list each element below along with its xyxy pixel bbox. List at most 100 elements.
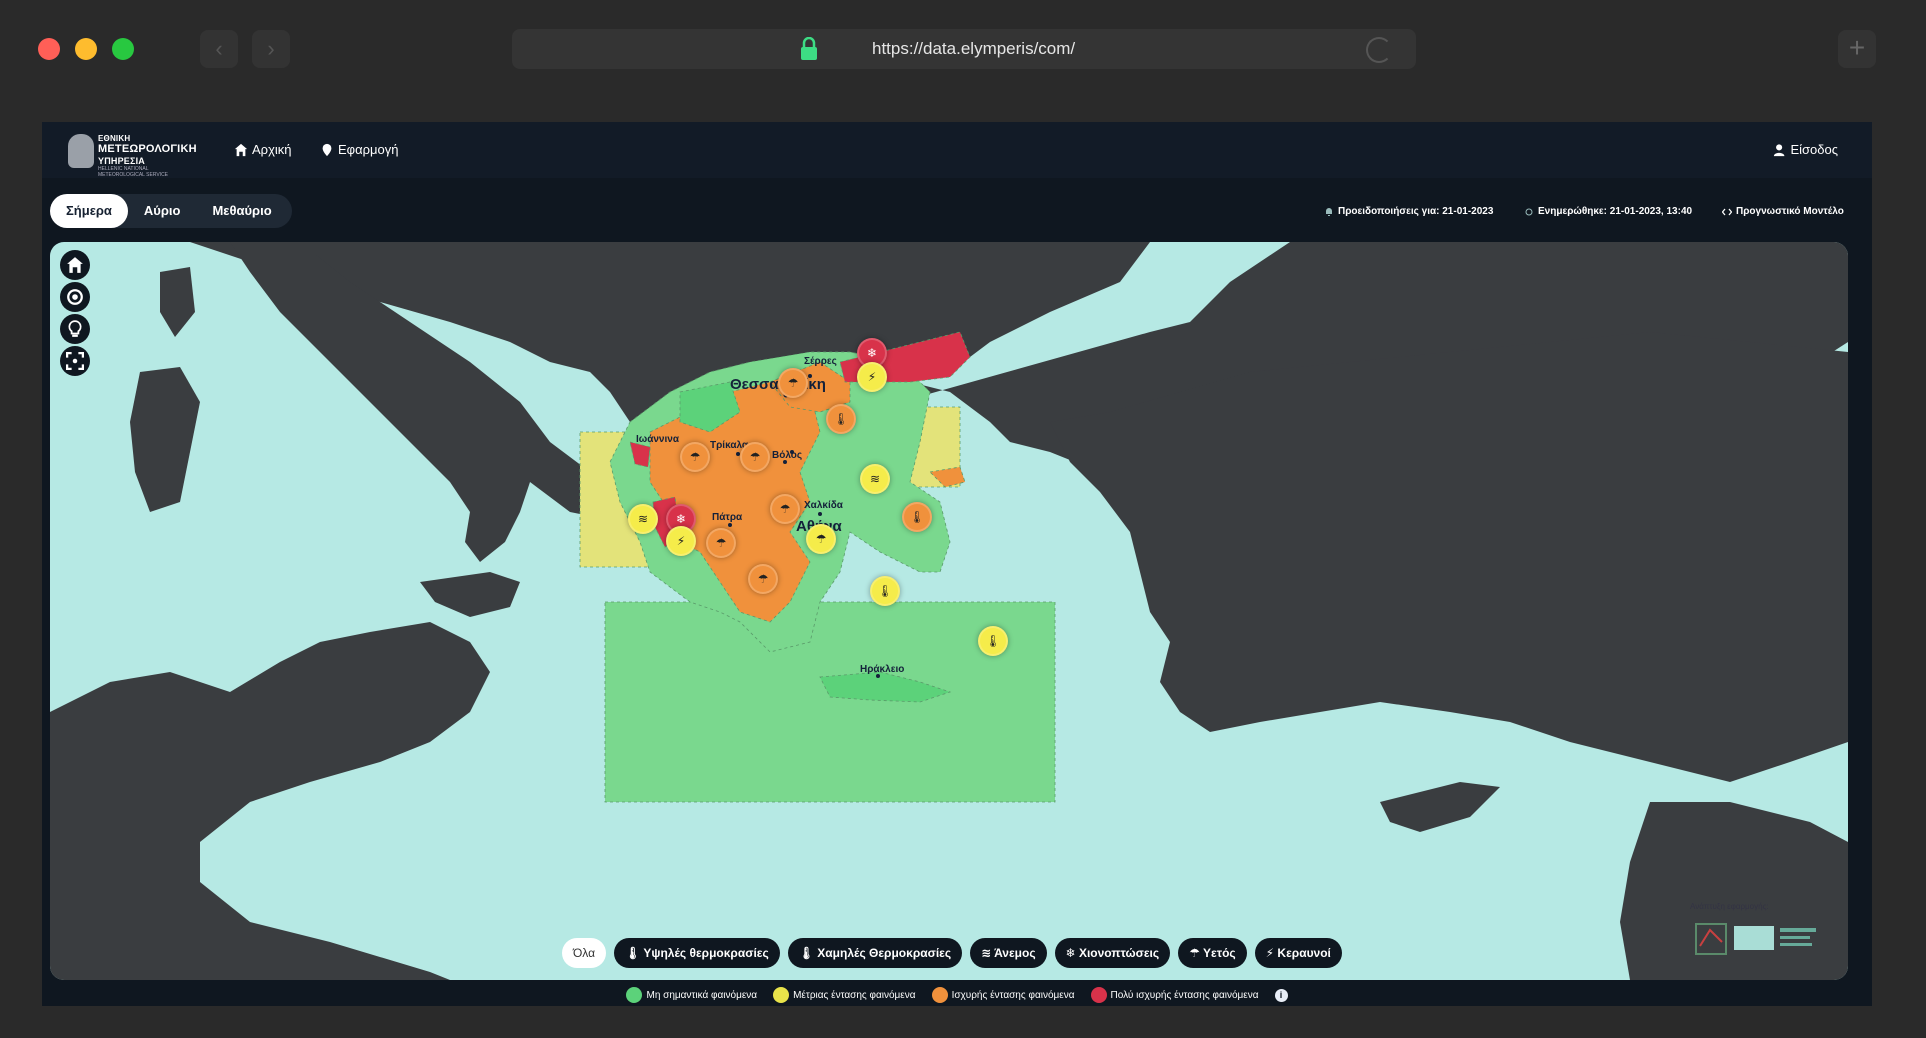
legend-label: Πολύ ισχυρής έντασης φαινόμενα: [1110, 989, 1259, 1001]
wind-warning-marker[interactable]: ≋: [860, 464, 890, 494]
temperature-warning-marker[interactable]: 🌡: [826, 404, 856, 434]
temperature-warning-marker[interactable]: 🌡: [902, 502, 932, 532]
warnings-date-text: Προειδοποιήσεις για: 21-01-2023: [1338, 206, 1494, 217]
filter-all[interactable]: Όλα: [562, 938, 607, 968]
tab-tomorrow[interactable]: Αύριο: [128, 194, 197, 228]
rain-warning-marker[interactable]: ☂: [806, 524, 836, 554]
land-cyprus: [1380, 782, 1500, 832]
url-text: https://data.elymperis/com/: [872, 39, 1076, 58]
logo-line3: ΥΠΗΡΕΣΙΑ: [98, 156, 146, 166]
city-ioannina: Ιωάννινα: [636, 434, 679, 445]
maximize-window-button[interactable]: [112, 38, 134, 60]
filter-snow[interactable]: ❄ Χιονοπτώσεις: [1054, 938, 1171, 968]
warnings-date: Προειδοποιήσεις για: 21-01-2023: [1324, 206, 1493, 217]
forecast-model-label: Προγνωστικό Μοντέλο: [1736, 206, 1844, 217]
map-base: [50, 242, 1848, 980]
filter-snow-label: Χιονοπτώσεις: [1078, 946, 1160, 960]
rain-warning-marker[interactable]: ☂: [778, 368, 808, 398]
code-icon: [1722, 208, 1732, 215]
address-bar[interactable]: https://data.elymperis/com/: [512, 29, 1416, 69]
map-locate-button[interactable]: [60, 282, 90, 312]
minimize-window-button[interactable]: [75, 38, 97, 60]
filter-rain-label: Υετός: [1203, 946, 1236, 960]
login-label: Είσοδος: [1790, 142, 1838, 157]
updated-time: Ενημερώθηκε: 21-01-2023, 13:40: [1524, 206, 1692, 217]
city-volos: Βόλος: [772, 450, 803, 461]
rain-warning-marker[interactable]: ☂: [740, 442, 770, 472]
legend-info-icon[interactable]: i: [1274, 988, 1288, 1002]
legend-label: Μη σημαντικά φαινόμενα: [646, 989, 758, 1001]
legend-item-moderate: Μέτριας έντασης φαινόμενα: [773, 987, 916, 1003]
map-home-button[interactable]: [60, 250, 90, 280]
close-window-button[interactable]: [38, 38, 60, 60]
map-fullscreen-button[interactable]: [60, 346, 90, 376]
wind-warning-marker[interactable]: ≋: [628, 504, 658, 534]
rain-warning-marker[interactable]: ☂: [770, 494, 800, 524]
home-icon: [234, 143, 248, 156]
home-icon: [67, 257, 83, 273]
filter-rain[interactable]: ☂ Υετός: [1178, 938, 1247, 968]
rain-warning-marker[interactable]: ☂: [748, 564, 778, 594]
temperature-warning-marker[interactable]: 🌡: [978, 626, 1008, 656]
app-window: ΕΘΝΙΚΗ ΜΕΤΕΩΡΟΛΟΓΙΚΗ ΥΠΗΡΕΣΙΑ HELLENIC N…: [42, 122, 1872, 1006]
nav-home-label: Αρχική: [252, 142, 292, 157]
filter-bar: Όλα 🌡 Υψηλές θερμοκρασίες 🌡 Χαμηλές Θερμ…: [562, 938, 1342, 968]
rain-warning-marker[interactable]: ☂: [680, 442, 710, 472]
legend-item-strong: Ισχυρής έντασης φαινόμενα: [931, 987, 1075, 1003]
rain-warning-marker[interactable]: ☂: [706, 528, 736, 558]
logo-line2: ΜΕΤΕΩΡΟΛΟΓΙΚΗ: [98, 143, 197, 155]
nav-home[interactable]: Αρχική: [234, 142, 292, 157]
land-corsica: [160, 267, 195, 337]
severity-legend: Μη σημαντικά φαινόμενα Μέτριας έντασης φ…: [42, 984, 1872, 1006]
map-hint-button[interactable]: [60, 314, 90, 344]
credit-label: Ανάπτυξη εφαρμογής:: [1690, 902, 1769, 911]
logo-bust-icon: [68, 134, 94, 168]
filter-lightning[interactable]: ⚡ Κεραυνοί: [1254, 938, 1342, 968]
legend-swatch: [1090, 987, 1107, 1003]
tab-today[interactable]: Σήμερα: [50, 194, 128, 228]
top-navbar: ΕΘΝΙΚΗ ΜΕΤΕΩΡΟΛΟΓΙΚΗ ΥΠΗΡΕΣΙΑ HELLENIC N…: [42, 122, 1872, 178]
updated-time-text: Ενημερώθηκε: 21-01-2023, 13:40: [1538, 206, 1693, 217]
forecast-model-link[interactable]: Προγνωστικό Μοντέλο: [1722, 206, 1844, 217]
logo[interactable]: ΕΘΝΙΚΗ ΜΕΤΕΩΡΟΛΟΓΙΚΗ ΥΠΗΡΕΣΙΑ HELLENIC N…: [68, 132, 197, 178]
bulb-icon: [68, 320, 82, 337]
warnings-map[interactable]: Σέρρες Θεσσαλονίκη Ιωάννινα Τρίκαλα Βόλο…: [50, 242, 1848, 980]
temperature-warning-marker[interactable]: 🌡: [870, 576, 900, 606]
logo-line1: ΕΘΝΙΚΗ: [98, 134, 131, 143]
land-north-africa: [50, 622, 490, 980]
city-chalkida: Χαλκίδα: [804, 500, 843, 511]
lightning-warning-marker[interactable]: ⚡: [666, 526, 696, 556]
nav-app[interactable]: Εφαρμογή: [320, 142, 398, 157]
reload-icon[interactable]: [1366, 37, 1392, 63]
land-sardinia: [130, 367, 200, 512]
nav-app-label: Εφαρμογή: [338, 142, 399, 157]
bell-icon: [1326, 207, 1332, 216]
legend-swatch: [626, 987, 643, 1003]
forward-button[interactable]: ›: [252, 30, 290, 68]
browser-chrome: ‹ › https://data.elymperis/com/ +: [0, 0, 1926, 100]
locate-icon: [67, 289, 83, 305]
back-button[interactable]: ‹: [200, 30, 238, 68]
new-tab-button[interactable]: +: [1838, 30, 1876, 68]
legend-swatch: [773, 987, 790, 1003]
tab-day-after[interactable]: Μεθαύριο: [196, 194, 287, 228]
developer-logo-icon: [1695, 923, 1816, 955]
fullscreen-icon: [66, 352, 84, 370]
filter-high-temp[interactable]: 🌡 Υψηλές θερμοκρασίες: [614, 938, 780, 968]
filter-low-temp-label: Χαμηλές Θερμοκρασίες: [817, 946, 952, 960]
lock-icon: [801, 37, 817, 60]
filter-low-temp[interactable]: 🌡 Χαμηλές Θερμοκρασίες: [787, 938, 963, 968]
filter-high-temp-label: Υψηλές θερμοκρασίες: [643, 946, 769, 960]
logo-line4: HELLENIC NATIONAL METEOROLOGICAL SERVICE: [98, 166, 169, 178]
city-patra: Πάτρα: [712, 512, 743, 523]
filter-wind-label: Άνεμος: [994, 946, 1036, 960]
refresh-icon: [1525, 208, 1533, 215]
lightning-warning-marker[interactable]: ⚡: [857, 362, 887, 392]
city-serres: Σέρρες: [804, 356, 837, 367]
developer-credit: Ανάπτυξη εφαρμογής:: [1690, 902, 1830, 966]
legend-item-very-strong: Πολύ ισχυρής έντασης φαινόμενα: [1090, 987, 1259, 1003]
login-link[interactable]: Είσοδος: [1773, 142, 1838, 157]
filter-wind[interactable]: ≋ Άνεμος: [970, 938, 1047, 968]
filter-lightning-label: Κεραυνοί: [1277, 946, 1331, 960]
user-icon: [1774, 143, 1785, 156]
